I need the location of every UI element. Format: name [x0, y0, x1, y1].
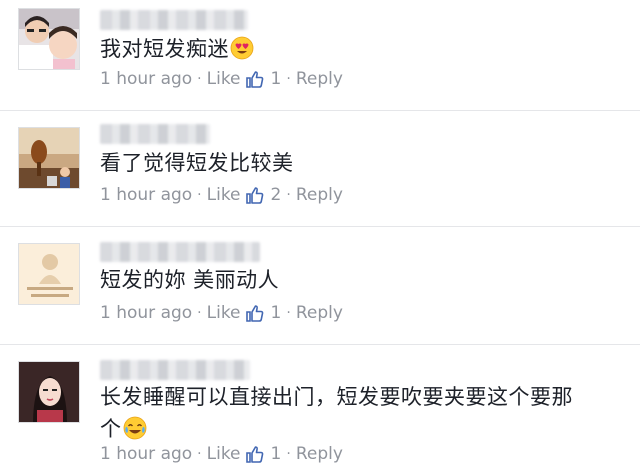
comment-timestamp[interactable]: 1 hour ago — [100, 444, 192, 464]
avatar[interactable] — [18, 8, 80, 70]
comment-meta: 1 hour ago · Like 1 · Reply — [100, 67, 343, 91]
like-count: 1 — [270, 69, 282, 89]
like-link[interactable]: Like — [207, 69, 241, 89]
commenter-name-blurred[interactable] — [100, 10, 248, 30]
like-link[interactable]: Like — [207, 444, 241, 464]
comment-text: 看了觉得短发比较美 — [100, 151, 294, 175]
comment-item: 长发睡醒可以直接出门，短发要吹要夹要这个要那 个 1 hour ago · Li… — [0, 345, 640, 473]
separator-dot: · — [197, 446, 202, 462]
avatar[interactable] — [18, 243, 80, 305]
commenter-name-blurred[interactable] — [100, 360, 250, 380]
like-count: 1 — [270, 444, 282, 464]
comment-item: 看了觉得短发比较美 1 hour ago · Like 2 · Reply — [0, 111, 640, 226]
comment-meta: 1 hour ago · Like 1 · Reply — [100, 442, 343, 466]
separator-dot: · — [197, 305, 202, 321]
thumbs-up-icon[interactable] — [245, 444, 265, 464]
comment-timestamp[interactable]: 1 hour ago — [100, 303, 192, 323]
separator-dot: · — [286, 187, 291, 203]
comment-timestamp[interactable]: 1 hour ago — [100, 185, 192, 205]
separator-dot: · — [197, 187, 202, 203]
comment-item: 短发的妳 美丽动人 1 hour ago · Like 1 · Reply — [0, 227, 640, 344]
comment-text-line: 长发睡醒可以直接出门，短发要吹要夹要这个要那 — [100, 385, 573, 409]
heart-eyes-emoji-icon — [230, 36, 254, 60]
commenter-name-blurred[interactable] — [100, 124, 210, 144]
avatar[interactable] — [18, 127, 80, 189]
thumbs-up-icon[interactable] — [245, 185, 265, 205]
separator-dot: · — [286, 71, 291, 87]
like-link[interactable]: Like — [207, 303, 241, 323]
reply-link[interactable]: Reply — [296, 303, 343, 323]
comment-item: 我对短发痴迷 1 hour ago · Like 1 · Reply — [0, 0, 640, 110]
tears-of-joy-emoji-icon — [123, 416, 146, 440]
reply-link[interactable]: Reply — [296, 69, 343, 89]
reply-link[interactable]: Reply — [296, 185, 343, 205]
avatar[interactable] — [18, 361, 80, 423]
thumbs-up-icon[interactable] — [245, 69, 265, 89]
separator-dot: · — [286, 446, 291, 462]
comment-text: 我对短发痴迷 — [100, 33, 600, 65]
like-count: 2 — [270, 185, 282, 205]
comment-timestamp[interactable]: 1 hour ago — [100, 69, 192, 89]
like-count: 1 — [270, 303, 282, 323]
like-link[interactable]: Like — [207, 185, 241, 205]
separator-dot: · — [197, 71, 202, 87]
comment-meta: 1 hour ago · Like 2 · Reply — [100, 183, 343, 207]
commenter-name-blurred[interactable] — [100, 242, 260, 262]
reply-link[interactable]: Reply — [296, 444, 343, 464]
comment-list: 我对短发痴迷 1 hour ago · Like 1 · Reply 看了觉得短… — [0, 0, 640, 473]
comment-text-line: 个 — [100, 413, 600, 445]
separator-dot: · — [286, 305, 291, 321]
comment-text: 短发的妳 美丽动人 — [100, 268, 280, 292]
comment-text: 长发睡醒可以直接出门，短发要吹要夹要这个要那 个 — [100, 381, 600, 445]
comment-meta: 1 hour ago · Like 1 · Reply — [100, 301, 343, 325]
thumbs-up-icon[interactable] — [245, 303, 265, 323]
